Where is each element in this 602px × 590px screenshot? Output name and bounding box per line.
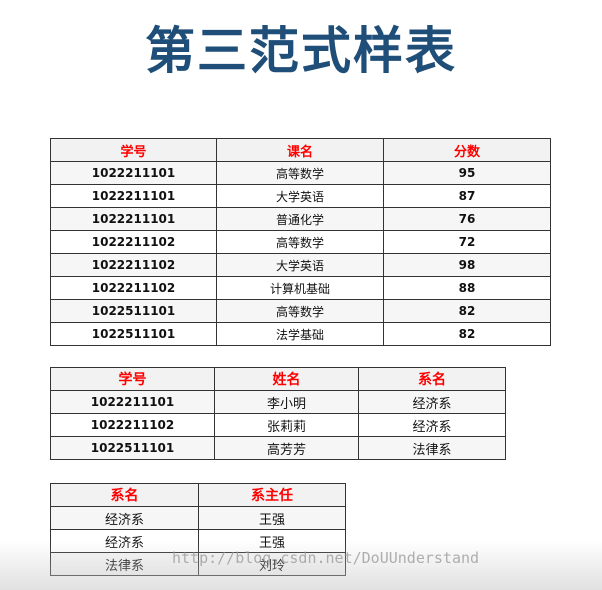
cell-score: 95 (383, 161, 551, 185)
column-header-department: 系名 (50, 483, 199, 507)
cell-course-name: 法学基础 (216, 322, 384, 346)
column-header-department-head: 系主任 (198, 483, 346, 507)
cell-course-name: 高等数学 (216, 161, 384, 185)
cell-department: 经济系 (358, 390, 506, 414)
table-row: 经济系 王强 (50, 506, 346, 530)
cell-student-id: 1022211101 (50, 161, 217, 185)
watermark-text: http://blog.csdn.net/DoUUnderstand (172, 549, 480, 567)
table-row: 1022211102 张莉莉 经济系 (50, 413, 506, 437)
cell-department: 法律系 (358, 436, 506, 460)
cell-department-head: 王强 (198, 506, 346, 530)
cell-score: 87 (383, 184, 551, 208)
cell-student-id: 1022211101 (50, 390, 215, 414)
table-row: 1022511101 法学基础 82 (50, 322, 551, 346)
cell-course-name: 计算机基础 (216, 276, 384, 300)
cell-student-id: 1022511101 (50, 299, 217, 323)
cell-student-id: 1022211101 (50, 184, 217, 208)
cell-score: 88 (383, 276, 551, 300)
cell-course-name: 大学英语 (216, 253, 384, 277)
cell-department: 经济系 (50, 506, 199, 530)
column-header-student-id: 学号 (50, 138, 217, 162)
cell-name: 高芳芳 (214, 436, 359, 460)
cell-student-id: 1022211102 (50, 253, 217, 277)
cell-student-id: 1022211102 (50, 230, 217, 254)
table-header-row: 学号 姓名 系名 (50, 367, 506, 391)
cell-score: 76 (383, 207, 551, 231)
cell-course-name: 高等数学 (216, 299, 384, 323)
cell-name: 张莉莉 (214, 413, 359, 437)
cell-course-name: 大学英语 (216, 184, 384, 208)
column-header-course-name: 课名 (216, 138, 384, 162)
cell-course-name: 普通化学 (216, 207, 384, 231)
table-row: 1022511101 高芳芳 法律系 (50, 436, 506, 460)
table-header-row: 系名 系主任 (50, 483, 346, 507)
cell-student-id: 1022511101 (50, 322, 217, 346)
table-row: 1022211102 计算机基础 88 (50, 276, 551, 300)
column-header-student-id: 学号 (50, 367, 215, 391)
cell-department: 经济系 (358, 413, 506, 437)
cell-score: 98 (383, 253, 551, 277)
cell-student-id: 1022211102 (50, 413, 215, 437)
table-row: 1022211101 大学英语 87 (50, 184, 551, 208)
table-row: 1022211101 普通化学 76 (50, 207, 551, 231)
scores-table: 学号 课名 分数 1022211101 高等数学 95 1022211101 大… (50, 138, 551, 346)
students-table: 学号 姓名 系名 1022211101 李小明 经济系 1022211102 张… (50, 367, 506, 460)
cell-score: 82 (383, 299, 551, 323)
table-row: 1022211101 高等数学 95 (50, 161, 551, 185)
cell-score: 72 (383, 230, 551, 254)
cell-student-id: 1022511101 (50, 436, 215, 460)
cell-course-name: 高等数学 (216, 230, 384, 254)
column-header-score: 分数 (383, 138, 551, 162)
table-row: 1022211102 大学英语 98 (50, 253, 551, 277)
cell-name: 李小明 (214, 390, 359, 414)
cell-student-id: 1022211102 (50, 276, 217, 300)
cell-student-id: 1022211101 (50, 207, 217, 231)
table-row: 1022511101 高等数学 82 (50, 299, 551, 323)
column-header-department: 系名 (358, 367, 506, 391)
table-header-row: 学号 课名 分数 (50, 138, 551, 162)
cell-score: 82 (383, 322, 551, 346)
page-title: 第三范式样表 (145, 22, 457, 80)
column-header-name: 姓名 (214, 367, 359, 391)
table-row: 1022211101 李小明 经济系 (50, 390, 506, 414)
table-row: 1022211102 高等数学 72 (50, 230, 551, 254)
